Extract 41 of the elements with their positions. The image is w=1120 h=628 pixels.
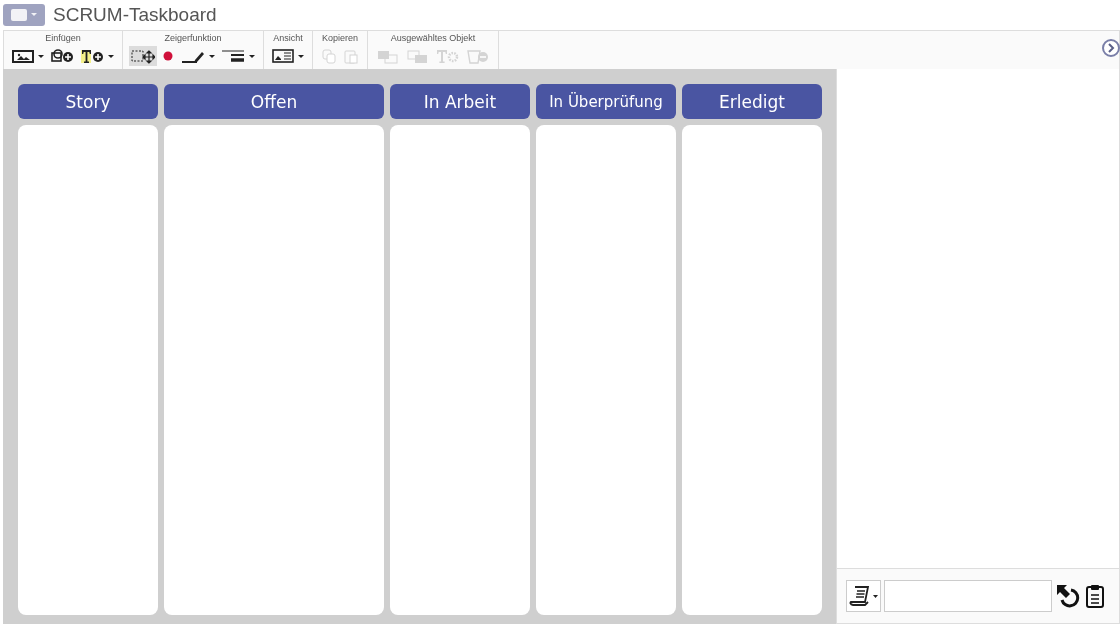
text-gear-icon <box>436 48 460 64</box>
toolbar-group-label: Zeigerfunktion <box>164 33 222 43</box>
toolbar-group-label: Ausgewähltes Objekt <box>390 33 476 43</box>
trash-minus-icon <box>466 48 490 64</box>
text-plus-icon <box>80 48 104 64</box>
toolbar-group-label: Einfügen <box>45 33 81 43</box>
toolbar-group-label: Ansicht <box>273 33 303 43</box>
clipboard-icon <box>1084 583 1106 609</box>
card-view-button[interactable] <box>270 46 306 66</box>
copy-icon <box>321 48 337 64</box>
column-header: Erledigt <box>682 84 822 119</box>
column-header: Story <box>18 84 158 119</box>
note-type-dropdown[interactable] <box>846 580 881 612</box>
column-header: Offen <box>164 84 384 119</box>
selection-move-icon <box>131 48 155 64</box>
shape-plus-icon <box>50 48 74 64</box>
column-header: In Überprüfung <box>536 84 676 119</box>
note-icon <box>849 585 871 607</box>
undo-button[interactable] <box>1055 583 1081 609</box>
card-view-icon <box>272 48 294 64</box>
picture-icon <box>12 48 34 64</box>
expand-panel-button[interactable] <box>1102 39 1120 57</box>
chevron-right-icon <box>1107 43 1115 53</box>
rotate-arrow-icon <box>1055 583 1081 609</box>
caret-icon <box>38 54 44 58</box>
selection-move-button[interactable] <box>129 46 157 66</box>
caret-icon <box>108 54 114 58</box>
bring-forward-icon <box>376 48 400 64</box>
caret-icon <box>209 54 215 58</box>
column-header: In Arbeit <box>390 84 530 119</box>
input-field[interactable] <box>884 580 1052 612</box>
caret-icon <box>873 594 878 598</box>
send-backward-icon <box>406 48 430 64</box>
window-title: SCRUM-Taskboard <box>53 4 217 26</box>
clipboard-button[interactable] <box>1084 583 1106 609</box>
caret-icon <box>249 54 255 58</box>
caret-icon <box>298 54 304 58</box>
window-icon <box>10 8 38 22</box>
paste-icon <box>343 48 359 64</box>
line-width-icon <box>221 48 245 64</box>
toolbar-group-label: Kopieren <box>322 33 358 43</box>
